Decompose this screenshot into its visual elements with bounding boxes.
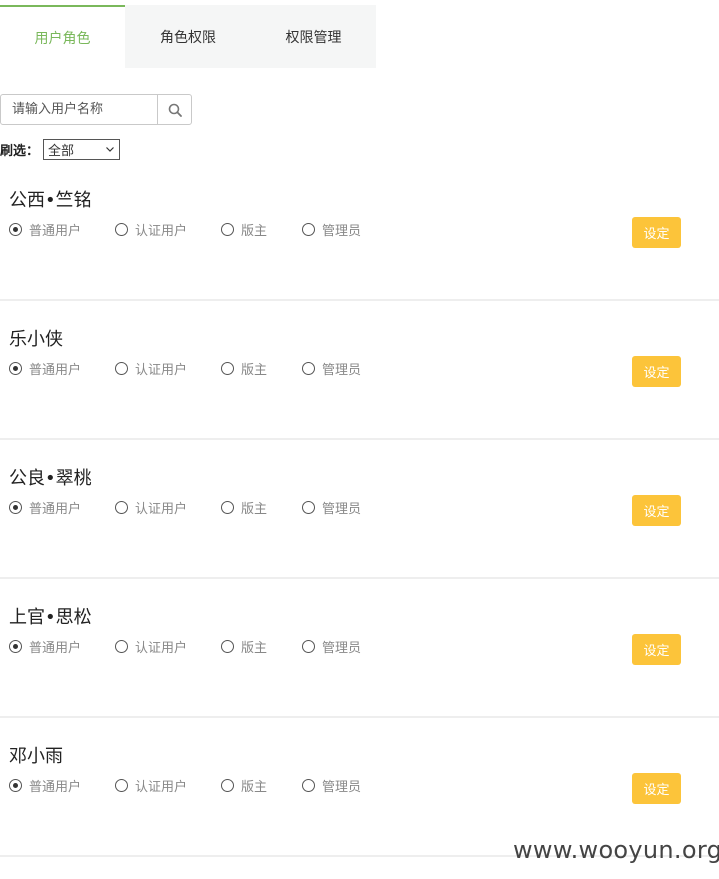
filter-bar: 刷选： 全部: [0, 138, 121, 160]
filter-selected-value: 全部: [48, 143, 75, 159]
role-radio-option[interactable]: 普通用户: [9, 359, 81, 378]
user-name: 上官•思松: [9, 607, 92, 628]
radio-circle-icon[interactable]: [115, 501, 128, 514]
tab-role-permissions[interactable]: 角色权限: [125, 5, 251, 68]
user-name: 公良•翠桃: [9, 468, 92, 489]
radio-circle-icon[interactable]: [9, 501, 22, 514]
role-option-label: 管理员: [322, 363, 362, 378]
role-option-label: 普通用户: [29, 780, 82, 795]
set-role-button[interactable]: 设定: [632, 634, 681, 665]
filter-label: 刷选：: [0, 143, 40, 159]
role-option-label: 普通用户: [29, 641, 82, 656]
role-radio-option[interactable]: 认证用户: [115, 359, 187, 378]
user-name: 公西•竺铭: [9, 190, 92, 211]
radio-circle-icon[interactable]: [9, 362, 22, 375]
radio-circle-icon[interactable]: [221, 362, 234, 375]
radio-circle-icon[interactable]: [302, 501, 315, 514]
search-input[interactable]: [1, 95, 157, 124]
chevron-down-icon: [106, 146, 114, 152]
search-button[interactable]: [157, 95, 191, 124]
set-role-button[interactable]: 设定: [632, 773, 681, 804]
role-option-label: 普通用户: [29, 363, 82, 378]
role-radio-option[interactable]: 管理员: [302, 220, 361, 239]
role-option-label: 普通用户: [29, 224, 82, 239]
role-radio-option[interactable]: 普通用户: [9, 498, 81, 517]
role-option-label: 版主: [241, 502, 268, 517]
role-radio-option[interactable]: 普通用户: [9, 776, 81, 795]
role-option-label: 认证用户: [135, 641, 188, 656]
user-name: 乐小侠: [9, 329, 63, 350]
radio-circle-icon[interactable]: [221, 640, 234, 653]
radio-circle-icon[interactable]: [9, 779, 22, 792]
role-radio-option[interactable]: 版主: [221, 637, 267, 656]
role-radio-option[interactable]: 认证用户: [115, 220, 187, 239]
search-box: [0, 94, 192, 125]
role-radio-option[interactable]: 认证用户: [115, 498, 187, 517]
radio-circle-icon[interactable]: [302, 779, 315, 792]
role-option-label: 管理员: [322, 224, 362, 239]
role-radio-option[interactable]: 版主: [221, 776, 267, 795]
user-row: 乐小侠普通用户 认证用户 版主 管理员 设定: [0, 301, 719, 440]
role-radio-option[interactable]: 版主: [221, 359, 267, 378]
radio-circle-icon[interactable]: [221, 501, 234, 514]
role-radio-option[interactable]: 版主: [221, 220, 267, 239]
role-option-label: 管理员: [322, 780, 362, 795]
radio-circle-icon[interactable]: [9, 223, 22, 236]
tab-user-roles[interactable]: 用户角色: [0, 5, 125, 68]
radio-circle-icon[interactable]: [115, 779, 128, 792]
radio-circle-icon[interactable]: [302, 223, 315, 236]
role-option-label: 管理员: [322, 502, 362, 517]
role-radio-option[interactable]: 普通用户: [9, 637, 81, 656]
role-radio-option[interactable]: 管理员: [302, 776, 361, 795]
user-name: 邓小雨: [9, 746, 63, 767]
role-option-label: 认证用户: [135, 502, 188, 517]
role-radio-option[interactable]: 普通用户: [9, 220, 81, 239]
user-row: 上官•思松普通用户 认证用户 版主 管理员 设定: [0, 579, 719, 718]
role-radio-option[interactable]: 版主: [221, 498, 267, 517]
radio-circle-icon[interactable]: [115, 362, 128, 375]
radio-circle-icon[interactable]: [115, 640, 128, 653]
role-radio-option[interactable]: 管理员: [302, 637, 361, 656]
filter-select[interactable]: 全部: [43, 138, 121, 160]
role-radio-option[interactable]: 认证用户: [115, 637, 187, 656]
watermark-text: www.wooyun.org: [513, 836, 719, 864]
user-row: 公西•竺铭普通用户 认证用户 版主 管理员 设定: [0, 162, 719, 301]
role-option-label: 普通用户: [29, 502, 82, 517]
role-option-label: 认证用户: [135, 780, 188, 795]
radio-circle-icon[interactable]: [221, 779, 234, 792]
radio-circle-icon[interactable]: [9, 640, 22, 653]
radio-circle-icon[interactable]: [302, 640, 315, 653]
role-option-label: 版主: [241, 363, 268, 378]
role-option-label: 管理员: [322, 641, 362, 656]
radio-circle-icon[interactable]: [302, 362, 315, 375]
radio-circle-icon[interactable]: [115, 223, 128, 236]
role-option-label: 版主: [241, 224, 268, 239]
tab-permission-management[interactable]: 权限管理: [251, 5, 376, 68]
user-row: 公良•翠桃普通用户 认证用户 版主 管理员 设定: [0, 440, 719, 579]
tab-bar: 用户角色 角色权限 权限管理: [0, 5, 376, 68]
set-role-button[interactable]: 设定: [632, 495, 681, 526]
set-role-button[interactable]: 设定: [632, 356, 681, 387]
search-icon: [168, 103, 182, 117]
role-radio-option[interactable]: 管理员: [302, 498, 361, 517]
role-option-label: 版主: [241, 641, 268, 656]
role-option-label: 认证用户: [135, 224, 188, 239]
role-radio-option[interactable]: 认证用户: [115, 776, 187, 795]
role-option-label: 版主: [241, 780, 268, 795]
set-role-button[interactable]: 设定: [632, 217, 681, 248]
role-option-label: 认证用户: [135, 363, 188, 378]
radio-circle-icon[interactable]: [221, 223, 234, 236]
role-radio-option[interactable]: 管理员: [302, 359, 361, 378]
